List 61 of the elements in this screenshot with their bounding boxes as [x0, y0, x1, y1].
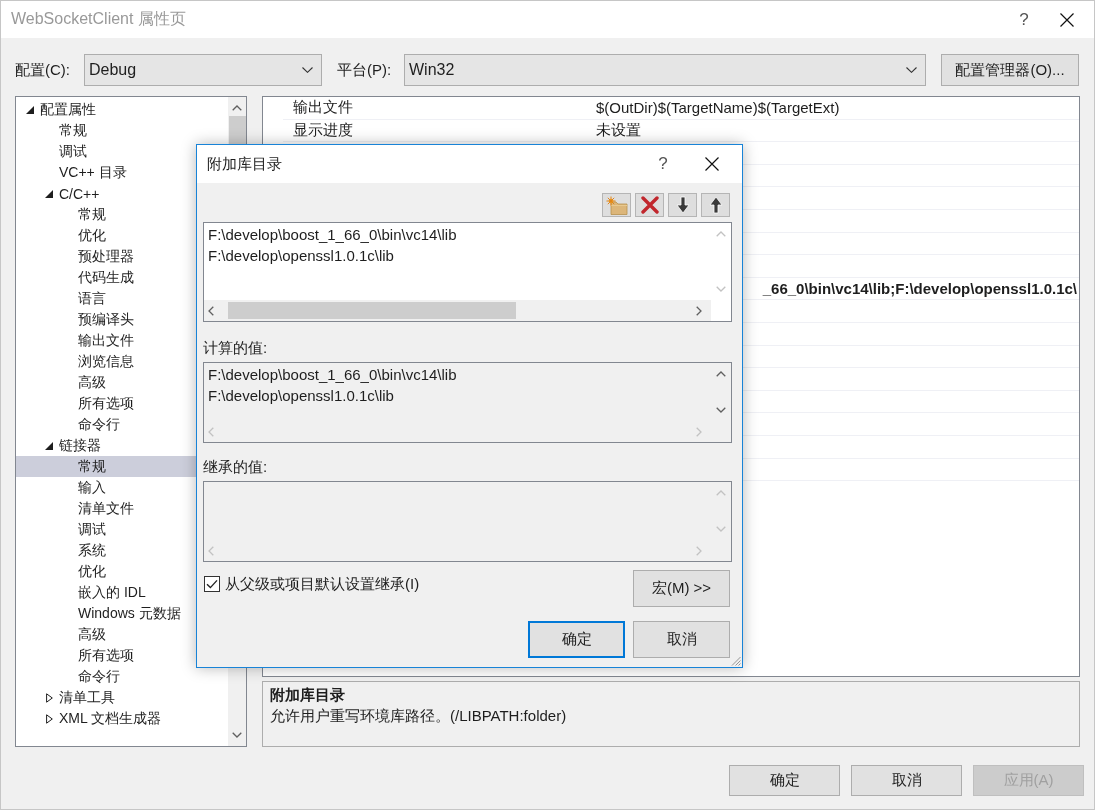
help-button[interactable]: ? — [648, 149, 678, 179]
configuration-manager-button[interactable]: 配置管理器(O)... — [941, 54, 1079, 86]
macros-button[interactable]: 宏(M) >> — [633, 570, 730, 607]
arrow-down-icon — [675, 196, 690, 214]
property-value[interactable]: _66_0\bin\vc14\lib;F:\develop\openssl1.0.1c\ — [762, 280, 1077, 298]
expanded-triangle-icon[interactable] — [26, 105, 34, 114]
property-value[interactable]: $(OutDir)$(TargetName)$(TargetExt) — [596, 99, 840, 117]
property-name[interactable]: 显示进度 — [293, 120, 353, 138]
description-title: 附加库目录 — [270, 685, 346, 705]
property-value[interactable]: 未设置 — [596, 120, 641, 140]
path-line: F:\develop\boost_1_66_0\bin\vc14\lib — [208, 225, 458, 245]
tree-item[interactable]: C/C++ — [16, 183, 228, 204]
collapsed-triangle-icon[interactable] — [45, 692, 53, 703]
section-label: 计算的值: — [203, 338, 269, 357]
help-button[interactable]: ? — [1004, 4, 1044, 35]
field-label: 平台(P): — [337, 60, 393, 80]
expanded-triangle-icon[interactable] — [45, 441, 53, 450]
expanded-triangle-icon[interactable] — [45, 189, 53, 198]
dialog-button[interactable]: 确定 — [528, 621, 625, 658]
tree-item[interactable]: 配置属性 — [16, 99, 228, 120]
chevron-up-icon[interactable] — [716, 371, 726, 377]
chevron-up-icon[interactable] — [232, 105, 242, 111]
checkbox[interactable] — [204, 576, 220, 592]
move-down-button[interactable] — [668, 193, 697, 217]
chevron-down-icon — [906, 67, 917, 73]
arrow-up-icon — [708, 196, 723, 214]
chevron-left-icon[interactable] — [208, 305, 214, 316]
chevron-down-icon[interactable] — [716, 407, 726, 413]
configuration-dropdown[interactable]: Debug — [84, 54, 322, 86]
scrollbar-thumb[interactable] — [228, 302, 516, 319]
dialog-button[interactable]: 取消 — [633, 621, 730, 658]
path-list-field[interactable]: F:\develop\boost_1_66_0\bin\vc14\lib F:\develop\openssl1.0.1c\lib — [203, 222, 732, 322]
delete-button[interactable] — [635, 193, 664, 217]
folder-star-icon — [605, 195, 628, 215]
evaluated-values-field[interactable]: F:\develop\boost_1_66_0\bin\vc14\lib F:\develop\openssl1.0.1c\lib — [203, 362, 732, 443]
cross-icon — [640, 196, 659, 214]
path-line: F:\develop\openssl1.0.1c\lib — [208, 385, 395, 406]
chevron-down-icon — [302, 67, 313, 73]
path-line: F:\develop\openssl1.0.1c\lib — [208, 245, 395, 266]
move-up-button[interactable] — [701, 193, 730, 217]
chevron-right-icon[interactable] — [696, 305, 702, 316]
path-line: F:\develop\boost_1_66_0\bin\vc14\lib — [208, 365, 458, 385]
platform-dropdown[interactable]: Win32 — [404, 54, 926, 86]
property-name[interactable]: 输出文件 — [293, 98, 353, 116]
window-title: WebSocketClient 属性页 — [11, 9, 186, 29]
collapsed-triangle-icon[interactable] — [45, 713, 53, 724]
resize-grip-icon[interactable] — [731, 656, 741, 666]
tree-item[interactable]: 命令行 — [16, 666, 228, 687]
chevron-down-icon[interactable] — [232, 732, 242, 738]
field-label: 配置(C): — [15, 60, 71, 80]
dialog-button[interactable]: 取消 — [851, 765, 962, 796]
tree-item[interactable]: 常规 — [16, 120, 228, 141]
dialog-button[interactable]: 确定 — [729, 765, 840, 796]
tree-item[interactable]: XML 文档生成器 — [16, 708, 228, 729]
dialog-title: 附加库目录 — [207, 154, 282, 174]
description-text: 允许用户重写环境库路径。(/LIBPATH:folder) — [270, 706, 568, 726]
close-icon — [1060, 12, 1074, 27]
close-icon — [705, 157, 719, 171]
horizontal-scrollbar[interactable] — [204, 300, 711, 321]
checkbox-label[interactable]: 从父级或项目默认设置继承(I) — [225, 575, 420, 594]
tree-item[interactable]: 清单工具 — [16, 687, 228, 708]
